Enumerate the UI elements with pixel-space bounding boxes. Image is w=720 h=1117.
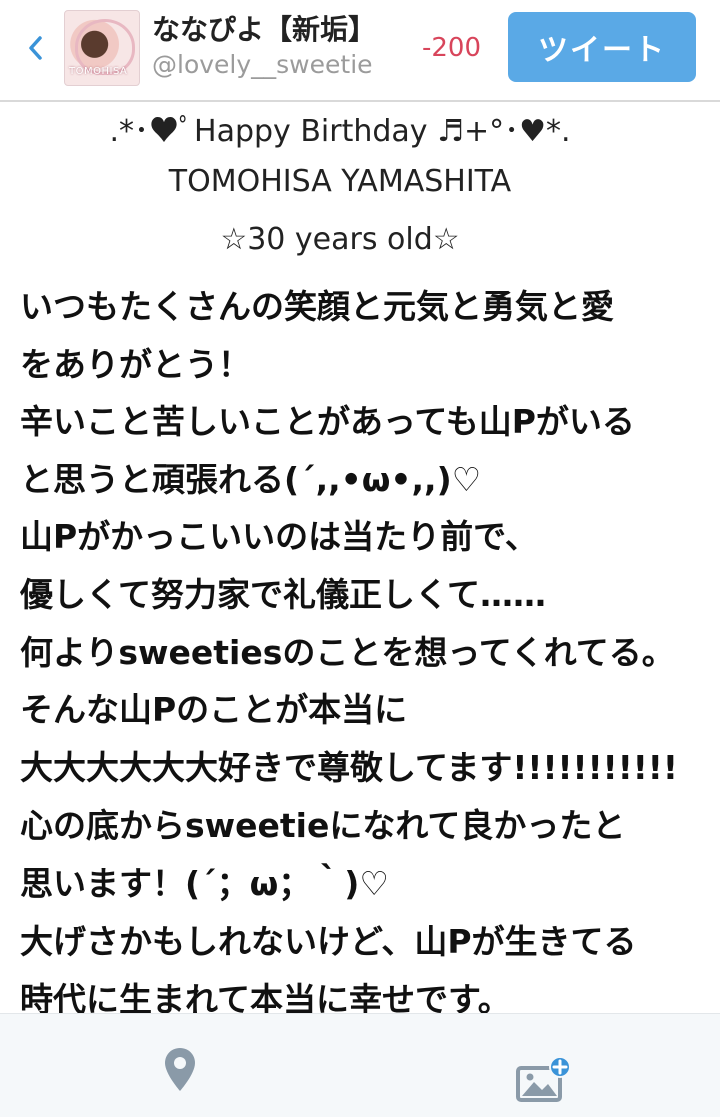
- compose-toolbar: [0, 1013, 720, 1117]
- user-name: ななぴよ【新垢】: [152, 13, 377, 46]
- tweet-text-area[interactable]: .*･♥ﾟHappy Birthday ♬+°･♥*. TOMOHISA YAM…: [0, 100, 720, 1013]
- user-handle: @lovely__sweetie: [152, 50, 373, 79]
- body-line: 優しくて努力家で礼儀正しくて……: [20, 575, 547, 614]
- body-line: と思うと頑張れる(´,,•ω•,,)♡: [20, 460, 482, 499]
- tweet-button[interactable]: ツイート: [508, 12, 696, 82]
- character-count: -200: [422, 33, 482, 63]
- body-line: 思います！(´；ω；｀)♡: [20, 864, 389, 903]
- title-line-2: TOMOHISA YAMASHITA: [168, 164, 512, 199]
- title-line-1: .*･♥ﾟHappy Birthday ♬+°･♥*.: [109, 114, 571, 149]
- body-line: 辛いこと苦しいことがあっても山Pがいる: [20, 402, 635, 441]
- avatar-watermark: TOMOHISA: [69, 66, 128, 77]
- body-line: 心の底からsweetieになれて良かったと: [20, 806, 626, 845]
- add-photo-button[interactable]: [516, 1056, 576, 1104]
- chevron-left-icon: [29, 36, 42, 60]
- back-button[interactable]: [18, 28, 52, 68]
- body-line: 何よりsweetiesのことを想ってくれてる。: [20, 633, 675, 672]
- location-button[interactable]: [162, 1046, 198, 1094]
- title-line-3: ☆30 years old☆: [220, 222, 460, 257]
- body-line: 山Pがかっこいいのは当たり前で、: [20, 517, 538, 556]
- body-line: いつもたくさんの笑顔と元気と勇気と愛: [20, 287, 614, 326]
- body-line: 大大大大大大好きで尊敬してます!!!!!!!!!!!: [20, 748, 678, 787]
- location-pin-icon: [165, 1048, 195, 1091]
- body-line: 時代に生まれて本当に幸せです。: [20, 980, 511, 1013]
- avatar[interactable]: TOMOHISA: [64, 10, 140, 86]
- add-photo-icon: [516, 1056, 571, 1102]
- compose-header: TOMOHISA ななぴよ【新垢】 @lovely__sweetie -200 …: [0, 0, 720, 102]
- body-line: そんな山Pのことが本当に: [20, 690, 408, 729]
- body-line: 大げさかもしれないけど、山Pが生きてる: [20, 922, 637, 961]
- body-line: をありがとう！: [20, 345, 251, 384]
